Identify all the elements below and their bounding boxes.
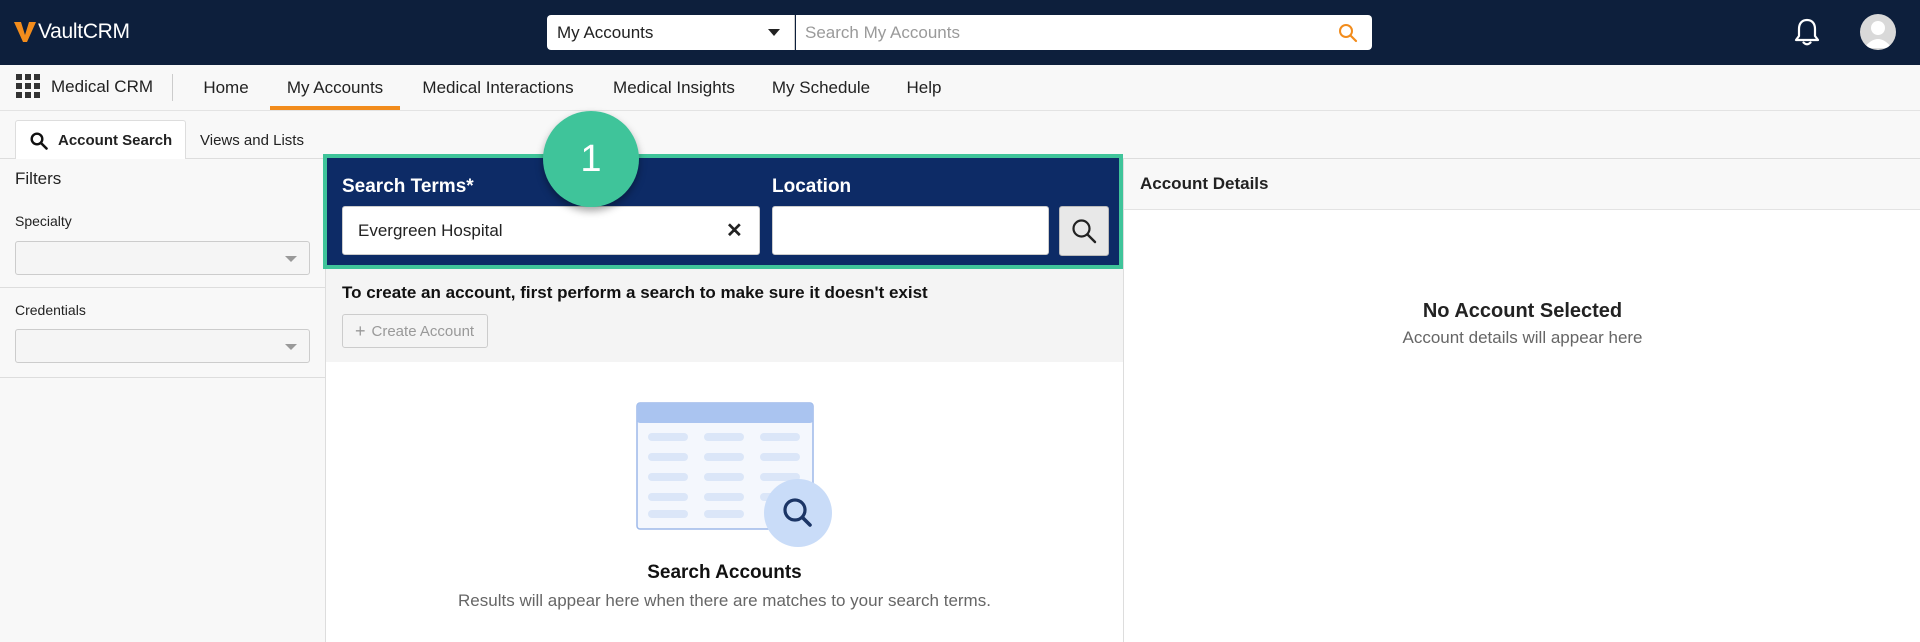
search-scope-value: My Accounts — [557, 22, 654, 42]
user-avatar-icon — [1864, 21, 1892, 48]
app-name: Medical CRM — [51, 77, 154, 96]
vault-crm-logo[interactable]: VaultCRM — [14, 20, 130, 44]
account-details-panel: Account Details No Account Selected Acco… — [1123, 159, 1920, 642]
empty-results-subtitle: Results will appear here when there are … — [458, 591, 991, 610]
nav-tab-help[interactable]: Help — [894, 65, 954, 110]
caret-down-icon — [285, 256, 297, 262]
location-label: Location — [772, 176, 852, 197]
tab-account-search-label: Account Search — [58, 132, 173, 149]
empty-results-illustration-icon — [636, 402, 832, 547]
global-search-input[interactable]: Search My Accounts — [796, 15, 1372, 50]
filter-divider — [0, 377, 325, 378]
search-icon[interactable] — [1338, 23, 1358, 43]
vault-logo-icon — [14, 22, 36, 42]
notifications-bell-icon[interactable] — [1793, 17, 1821, 47]
tab-views-and-lists[interactable]: Views and Lists — [200, 132, 304, 149]
filters-sidebar: Filters Specialty Credentials — [0, 159, 326, 642]
app-nav-bar: Medical CRM Home My Accounts Medical Int… — [0, 65, 1920, 111]
empty-results-title: Search Accounts — [647, 562, 802, 583]
nav-tab-home[interactable]: Home — [190, 65, 262, 110]
filters-title: Filters — [15, 169, 62, 188]
create-account-label: Create Account — [371, 322, 475, 340]
step-marker: 1 — [543, 111, 639, 207]
account-search-panel: Search Terms* Evergreen Hospital ✕ Locat… — [323, 154, 1123, 269]
account-details-header: Account Details — [1124, 159, 1920, 210]
search-terms-value: Evergreen Hospital — [358, 220, 503, 240]
user-avatar[interactable] — [1860, 14, 1896, 50]
caret-down-icon — [768, 29, 780, 36]
credentials-select[interactable] — [15, 329, 310, 363]
search-terms-label: Search Terms* — [342, 176, 474, 197]
nav-divider — [172, 74, 173, 101]
no-account-selected-subtitle: Account details will appear here — [1402, 328, 1643, 347]
location-input[interactable] — [772, 206, 1049, 255]
plus-icon: + — [355, 320, 366, 341]
clear-search-icon[interactable]: ✕ — [726, 218, 743, 243]
logo-text: VaultCRM — [38, 20, 130, 43]
sub-tabs-bar: Account Search Views and Lists — [0, 111, 1920, 160]
app-launcher-grid-icon[interactable] — [16, 74, 40, 98]
create-account-hint: To create an account, first perform a se… — [342, 283, 928, 302]
specialty-select[interactable] — [15, 241, 310, 275]
search-scope-select[interactable]: My Accounts — [547, 15, 795, 50]
specialty-label: Specialty — [15, 213, 72, 229]
nav-tab-medical-interactions[interactable]: Medical Interactions — [410, 65, 586, 110]
caret-down-icon — [285, 344, 297, 350]
search-icon — [30, 131, 48, 150]
search-terms-input[interactable]: Evergreen Hospital — [342, 206, 760, 255]
nav-tab-my-accounts[interactable]: My Accounts — [270, 65, 400, 110]
credentials-label: Credentials — [15, 302, 86, 318]
filter-divider — [0, 287, 325, 288]
create-account-button[interactable]: + Create Account — [342, 314, 488, 348]
nav-tab-my-schedule[interactable]: My Schedule — [760, 65, 882, 110]
search-icon — [1072, 219, 1097, 244]
top-bar: VaultCRM My Accounts Search My Accounts — [0, 0, 1920, 65]
global-search-placeholder: Search My Accounts — [805, 22, 960, 42]
search-submit-button[interactable] — [1059, 206, 1109, 256]
tab-account-search[interactable]: Account Search — [15, 120, 186, 160]
no-account-selected-title: No Account Selected — [1422, 300, 1623, 322]
nav-tab-medical-insights[interactable]: Medical Insights — [598, 65, 750, 110]
